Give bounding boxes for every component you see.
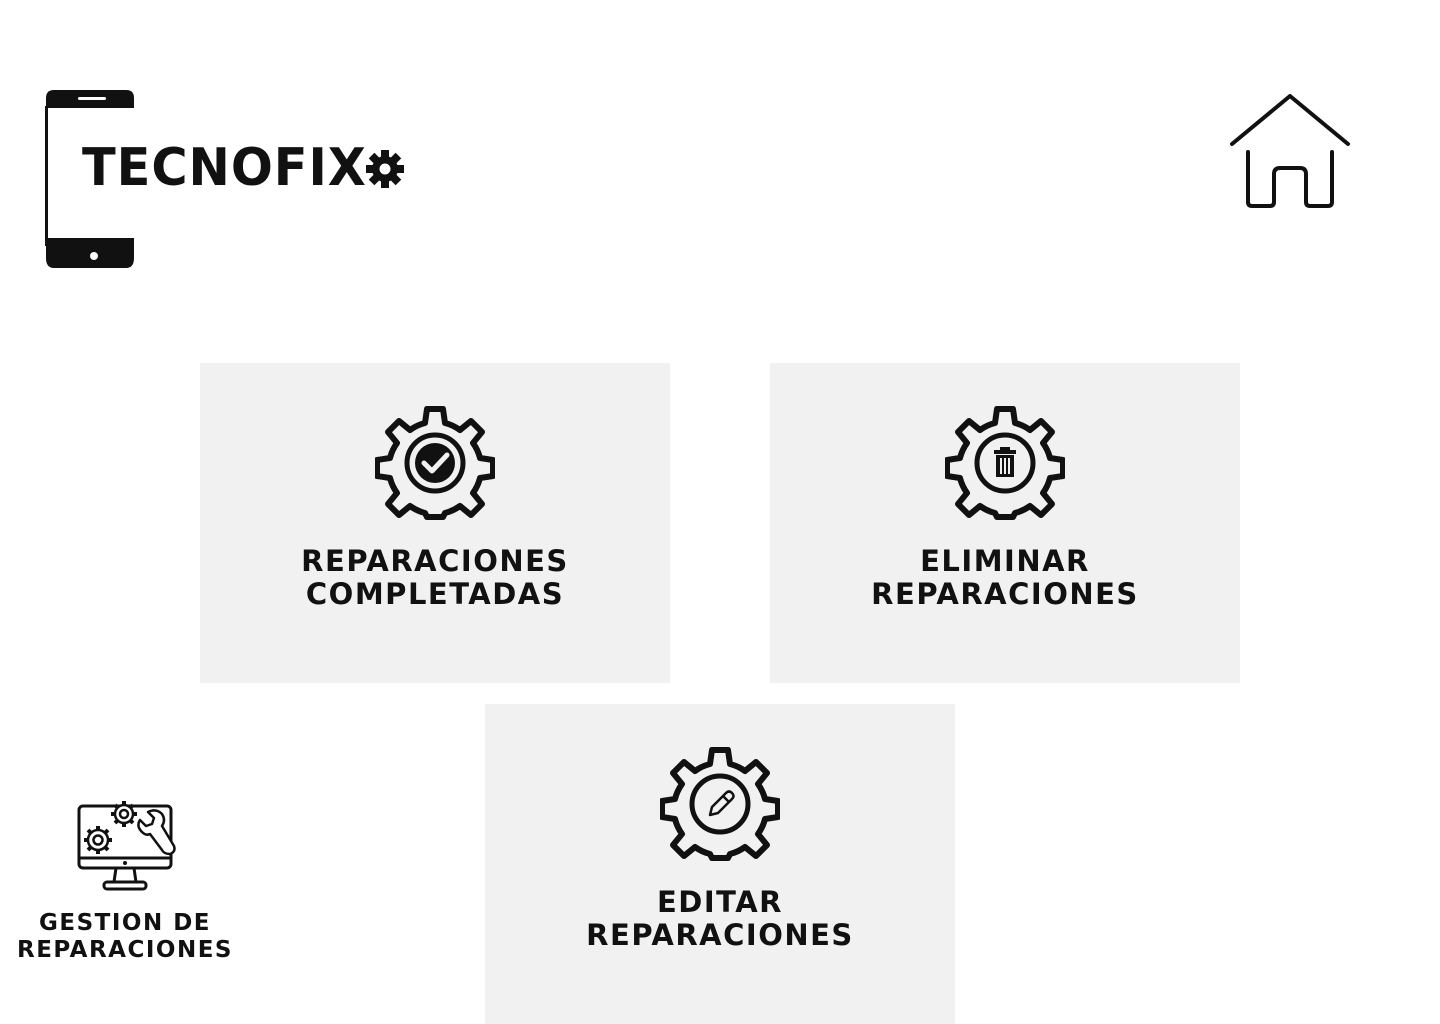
- home-button[interactable]: [1226, 88, 1354, 212]
- delete-repairs-card[interactable]: ELIMINAR REPARACIONES: [770, 363, 1240, 683]
- repair-management-label: GESTION DE REPARACIONES: [17, 910, 233, 963]
- gear-check-icon: [374, 403, 496, 523]
- brand-name: TECNOFIX: [82, 138, 367, 198]
- monitor-repair-icon: [77, 801, 176, 891]
- repair-management-section: GESTION DE REPARACIONES: [10, 796, 240, 976]
- edit-repairs-label: EDITAR REPARACIONES: [586, 885, 854, 952]
- completed-repairs-card[interactable]: REPARACIONES COMPLETADAS: [200, 363, 670, 683]
- gear-pencil-icon: [659, 744, 781, 864]
- page: TECNOFIX REPARACIONES COMPLETADAS ELIMIN…: [0, 0, 1440, 1024]
- home-icon: [1230, 94, 1350, 208]
- completed-repairs-label: REPARACIONES COMPLETADAS: [301, 544, 569, 611]
- gear-trash-icon: [944, 403, 1066, 523]
- gear-icon: [366, 150, 404, 188]
- delete-repairs-label: ELIMINAR REPARACIONES: [871, 544, 1139, 611]
- edit-repairs-card[interactable]: EDITAR REPARACIONES: [485, 704, 955, 1024]
- brand-logo: TECNOFIX: [40, 86, 420, 272]
